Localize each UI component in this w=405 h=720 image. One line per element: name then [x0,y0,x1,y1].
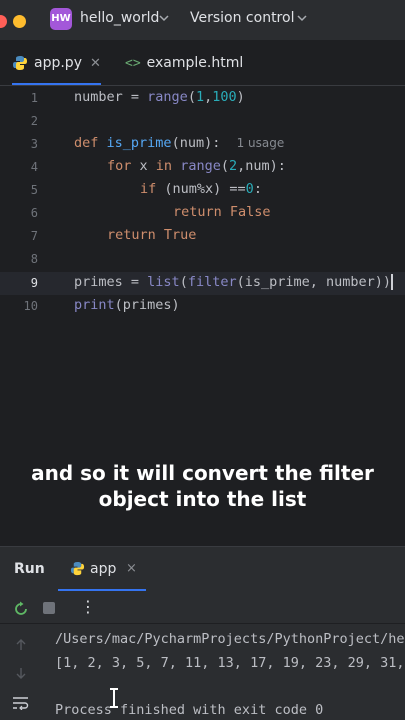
python-icon [70,561,85,576]
active-tab-indicator [58,589,146,591]
run-console[interactable]: /Users/mac/PycharmProjects/PythonProject… [0,624,405,720]
line-number: 10 [23,299,38,313]
project-name-dropdown[interactable]: hello_world [80,10,159,26]
more-options-icon[interactable]: ⋮ [80,597,96,617]
tab-example-html[interactable]: <> example.html [125,41,243,85]
line-number-current: 9 [30,276,38,290]
line-number: 1 [30,91,38,105]
code-line-10: print(primes) [74,297,180,313]
video-caption: and so it will convert the filter object… [0,460,405,512]
stop-icon[interactable] [43,602,55,614]
line-number: 2 [30,114,38,128]
project-badge[interactable]: HW [50,8,72,30]
console-output-line: /Users/mac/PycharmProjects/PythonProject… [55,631,405,647]
line-number: 6 [30,206,38,220]
tab-app-py[interactable]: app.py ✕ [12,41,101,85]
code-line-5: if (num%x) ==0: [140,181,262,197]
version-control-dropdown[interactable]: Version control [190,10,294,26]
chevron-down-icon[interactable] [296,12,308,24]
code-line-7: return True [107,227,197,243]
tab-label: app.py [34,55,82,71]
code-line-9: primes = list(filter(is_prime, number)) [74,274,394,290]
editor-tab-bar: app.py ✕ <> example.html [0,41,405,86]
code-line-3: def is_prime(num): 1 usage [74,135,285,151]
line-number: 8 [30,252,38,266]
line-number: 5 [30,183,38,197]
console-gutter [0,624,40,720]
chevron-down-icon[interactable] [158,12,170,24]
soft-wrap-icon[interactable] [12,696,30,710]
usage-hint[interactable]: 1 usage [237,136,285,150]
code-line-1: number = range(1,100) [74,89,245,105]
caption-line-1: and so it will convert the filter [31,461,374,485]
html-icon: <> [125,56,141,71]
close-tab-icon[interactable]: × [126,561,137,576]
code-line-6: return False [173,204,271,220]
rerun-icon[interactable] [13,601,29,617]
python-icon [13,56,27,70]
line-number: 7 [30,229,38,243]
tab-label: example.html [146,55,244,71]
run-panel-header: Run app × [0,546,405,593]
run-toolbar: ⋮ [0,593,405,623]
console-output-line: Process finished with exit code 0 [55,702,324,718]
window-controls [0,13,32,32]
close-window-button[interactable] [0,15,7,28]
text-caret [391,274,394,290]
caption-line-2: object into the list [98,487,307,511]
console-output-line: [1, 2, 3, 5, 7, 11, 13, 17, 19, 23, 29, … [55,655,405,671]
code-line-4: for x in range(2,num): [107,158,286,174]
close-tab-icon[interactable]: ✕ [90,56,101,71]
title-bar: HW hello_world Version control [0,0,405,41]
line-number: 3 [30,137,38,151]
arrow-down-icon[interactable] [14,666,28,680]
minimize-window-button[interactable] [13,15,26,28]
text-cursor-icon [110,688,118,708]
run-tab-label: app [90,561,117,577]
arrow-up-icon[interactable] [14,638,28,652]
line-number: 4 [30,160,38,174]
run-panel-title: Run [14,561,45,577]
